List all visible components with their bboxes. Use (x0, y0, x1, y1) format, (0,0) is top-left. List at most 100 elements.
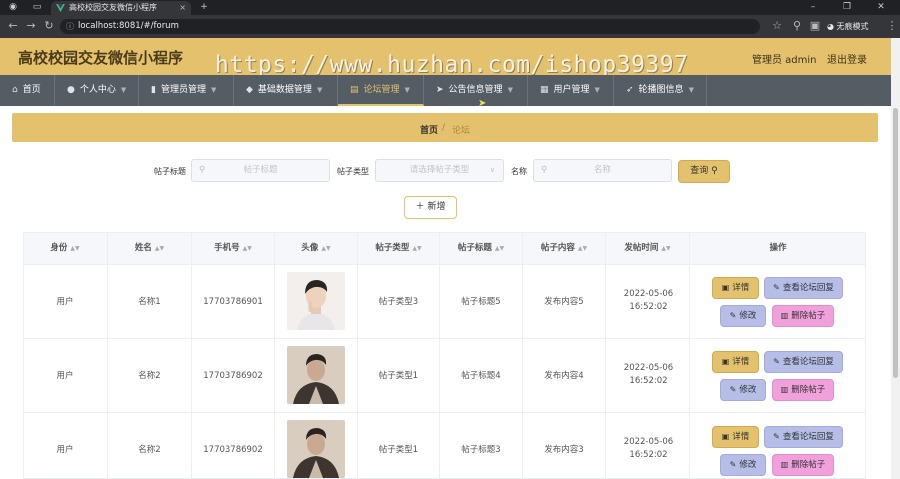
tab-search-icon[interactable]: ▭ (30, 1, 44, 14)
edit-button[interactable]: ✎ 修改 (720, 454, 766, 476)
avatar[interactable] (287, 346, 345, 404)
detail-button[interactable]: ▣ 详情 (712, 351, 759, 373)
cell-title: 帖子标题4 (440, 339, 523, 413)
column-header-type[interactable]: 帖子类型 ▲▼ (358, 232, 440, 265)
menu-item-users[interactable]: ▦ 用户管理 ▼ (528, 75, 614, 106)
edit-icon: ✎ (729, 385, 737, 394)
cell-title: 帖子标题3 (440, 413, 523, 479)
bookmark-star-icon[interactable]: ☆ (770, 19, 784, 33)
forward-icon[interactable]: → (24, 19, 38, 33)
column-label: 姓名 (134, 243, 152, 253)
info-icon: ⓘ (66, 22, 74, 31)
browser-menu-icon[interactable]: ⋮ (885, 19, 899, 33)
tab-close-icon[interactable]: × (179, 1, 186, 15)
cell-title: 帖子标题5 (440, 265, 523, 339)
detail-button[interactable]: ▣ 详情 (712, 277, 759, 299)
column-header-content[interactable]: 帖子内容 ▲▼ (523, 232, 606, 265)
browser-profile-icon[interactable]: ◉ (6, 1, 20, 14)
sort-icon: ▲▼ (577, 245, 588, 252)
vue-logo-icon (56, 4, 65, 12)
data-icon: ◆ (246, 85, 253, 95)
scrollbar-thumb[interactable] (893, 108, 898, 378)
document-icon: ▣ (721, 432, 730, 441)
cell-content: 发布内容3 (523, 413, 606, 479)
delete-button[interactable]: ▥ 删除帖子 (772, 454, 834, 476)
edit-icon: ✎ (729, 460, 737, 469)
incognito-indicator[interactable]: ◕ 无痕模式 (827, 19, 887, 34)
window-close-icon[interactable]: ✕ (868, 0, 894, 15)
delete-button-label: 删除帖子 (791, 311, 826, 321)
search-button[interactable]: 查询 ⚲ (678, 160, 730, 183)
menu-item-forum[interactable]: ▤ 论坛管理 ▼ (338, 75, 424, 106)
edit-icon: ✎ (773, 357, 780, 366)
home-icon: ⌂ (12, 85, 18, 95)
column-header-title[interactable]: 帖子标题 ▲▼ (440, 232, 523, 265)
menu-label: 用户管理 (553, 85, 590, 95)
avatar[interactable] (287, 272, 345, 330)
sort-icon: ▲▼ (321, 245, 331, 252)
view-replies-button[interactable]: ✎ 查看论坛回复 (764, 351, 843, 373)
detail-button[interactable]: ▣ 详情 (712, 426, 759, 448)
view-replies-button[interactable]: ✎ 查看论坛回复 (764, 277, 843, 299)
notice-icon: ➤ (436, 85, 444, 95)
delete-button[interactable]: ▥ 删除帖子 (772, 305, 834, 327)
zoom-icon[interactable]: ⚲ (790, 19, 804, 33)
chevron-down-icon: ▼ (316, 86, 323, 94)
cell-role: 用户 (23, 265, 108, 339)
edit-button-label: 修改 (739, 460, 757, 470)
cell-role: 用户 (23, 413, 108, 479)
cell-phone: 17703786902 (192, 413, 275, 479)
cell-type: 帖子类型3 (358, 265, 440, 339)
menu-label: 管理员管理 (160, 85, 206, 95)
column-label: 发帖时间 (624, 243, 659, 253)
edit-button-label: 修改 (739, 385, 757, 395)
breadcrumb-home[interactable]: 首页 (420, 123, 438, 136)
add-button[interactable]: ＋ 新增 (404, 196, 457, 219)
edit-icon: ✎ (773, 432, 780, 441)
menu-item-admin[interactable]: ▮ 管理员管理 ▼ (139, 75, 234, 106)
restore-icon[interactable]: ❐ (834, 0, 860, 15)
title-filter-input[interactable]: ⚲ 帖子标题 (191, 159, 330, 182)
menu-item-notice[interactable]: ➤ 公告信息管理 ▼ (424, 75, 528, 106)
column-header-time[interactable]: 发帖时间 ▲▼ (606, 232, 690, 265)
minimize-icon[interactable]: – (800, 0, 826, 15)
reload-icon[interactable]: ↻ (42, 19, 56, 33)
detail-button-label: 详情 (732, 432, 750, 442)
admin-label: 管理员 admin (752, 55, 817, 66)
document-icon: ▣ (721, 283, 730, 292)
sort-icon: ▲▼ (494, 245, 505, 252)
view-replies-button[interactable]: ✎ 查看论坛回复 (764, 426, 843, 448)
column-header-phone[interactable]: 手机号 ▲▼ (192, 232, 275, 265)
browser-tab[interactable]: 高校校园交友微信小程序 × (51, 1, 191, 15)
delete-button[interactable]: ▥ 删除帖子 (772, 379, 834, 401)
page-scrollbar[interactable] (891, 38, 900, 479)
delete-button-label: 删除帖子 (791, 385, 826, 395)
menu-label: 首页 (22, 85, 41, 95)
menu-item-basic-data[interactable]: ◆ 基础数据管理 ▼ (234, 75, 338, 106)
chevron-down-icon: ▼ (507, 86, 513, 94)
chevron-down-icon: ▼ (210, 86, 217, 94)
name-filter-placeholder: 名称 (593, 165, 611, 175)
column-header-role[interactable]: 身份 ▲▼ (23, 232, 108, 265)
name-filter-input[interactable]: ⚲ 名称 (533, 159, 672, 182)
extensions-icon[interactable]: ▣ (808, 19, 822, 33)
menu-label: 个人中心 (79, 85, 116, 95)
edit-icon: ✎ (729, 311, 737, 320)
back-icon[interactable]: ← (6, 19, 20, 33)
menu-item-home[interactable]: ⌂ 首页 (0, 75, 55, 106)
edit-button[interactable]: ✎ 修改 (720, 305, 766, 327)
sort-icon: ▲▼ (70, 245, 80, 252)
app-title: 高校校园交友微信小程序 (18, 49, 184, 67)
address-bar[interactable]: ⓘ localhost:8081/#/forum (60, 19, 760, 34)
menu-item-carousel[interactable]: ➶ 轮播图信息 ▼ (614, 75, 707, 106)
edit-button[interactable]: ✎ 修改 (720, 379, 766, 401)
type-filter-select[interactable]: 请选择帖子类型 ∨ (375, 159, 504, 182)
avatar[interactable] (287, 420, 345, 478)
edit-icon: ✎ (773, 283, 780, 292)
logout-link[interactable]: 退出登录 (827, 51, 867, 66)
column-header-name[interactable]: 姓名 ▲▼ (108, 232, 192, 265)
column-label: 手机号 (214, 243, 240, 253)
column-header-avatar[interactable]: 头像 ▲▼ (275, 232, 358, 265)
menu-item-profile[interactable]: ● 个人中心 ▼ (55, 75, 139, 106)
new-tab-button[interactable]: + (197, 1, 211, 14)
